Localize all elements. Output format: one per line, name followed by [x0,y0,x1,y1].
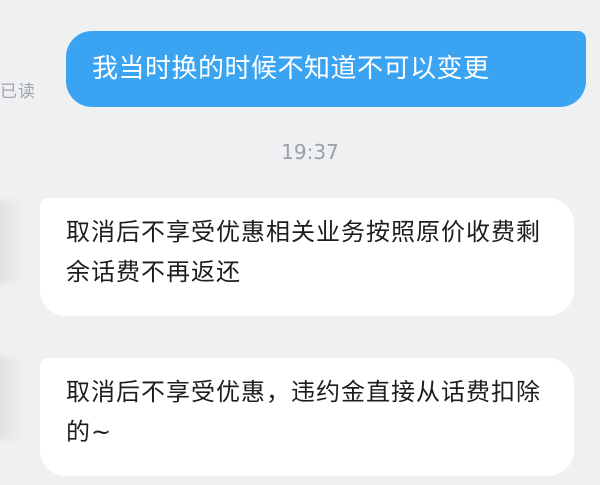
contact-avatar[interactable] [0,200,24,284]
chat-view: 已读 我当时换的时候不知道不可以变更 19:37 取消后不享受优惠相关业务按照原… [0,0,600,485]
read-status: 已读 [0,82,36,102]
incoming-message-bubble[interactable]: 取消后不享受优惠相关业务按照原价收费剩余话费不再返还 [40,198,574,316]
message-timestamp: 19:37 [281,140,339,164]
outgoing-message-bubble[interactable]: 我当时换的时候不知道不可以变更 [66,31,586,107]
incoming-message-bubble[interactable]: 取消后不享受优惠，违约金直接从话费扣除的~ [40,358,574,476]
contact-avatar[interactable] [0,356,24,440]
